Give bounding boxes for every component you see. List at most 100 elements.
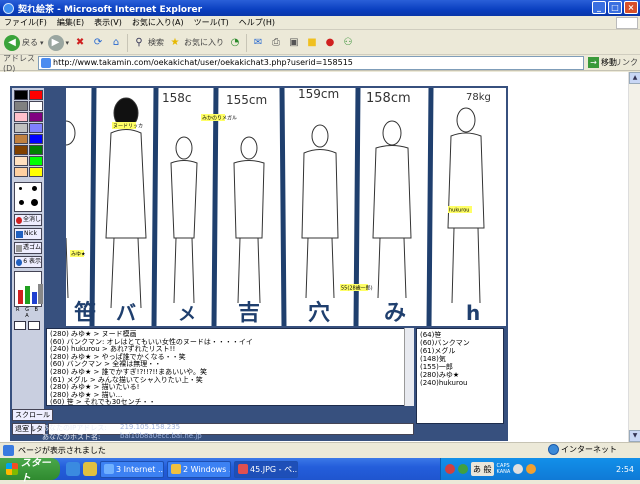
scroll-down-button[interactable]: ▼: [629, 430, 640, 442]
user-list-item[interactable]: (155)一郎: [420, 363, 500, 371]
windows-logo-icon: [616, 17, 638, 29]
mail-icon[interactable]: [14, 321, 26, 330]
stop-icon[interactable]: ✖: [73, 36, 87, 50]
user-list-item[interactable]: (240)hukurou: [420, 379, 500, 387]
scroll-toggle-button[interactable]: スクロール: [12, 409, 53, 421]
clear-all-button[interactable]: 全消し: [14, 214, 42, 226]
go-button[interactable]: → 移動: [588, 57, 617, 68]
pen-size-selector[interactable]: [14, 182, 42, 212]
scroll-up-button[interactable]: ▲: [629, 72, 640, 84]
blue-slider[interactable]: [32, 292, 37, 304]
folder-quicklaunch-icon[interactable]: [83, 462, 97, 476]
color-swatch[interactable]: [29, 167, 43, 177]
mail-icon[interactable]: [28, 321, 40, 330]
color-swatch[interactable]: [29, 101, 43, 111]
color-swatch[interactable]: [29, 134, 43, 144]
menu-file[interactable]: ファイル(F): [4, 17, 47, 28]
history-icon[interactable]: ◔: [228, 36, 242, 50]
nick-icon: [16, 230, 23, 238]
note-icon[interactable]: ■: [305, 36, 319, 50]
svg-text:メ: メ: [178, 304, 196, 325]
task-paint[interactable]: 45.JPG - ペ...: [234, 460, 298, 478]
forward-arrow-icon: ▶: [47, 34, 64, 51]
maximize-button[interactable]: □: [608, 1, 622, 14]
chat-scrollbar[interactable]: [404, 328, 414, 406]
address-input[interactable]: http://www.takamin.com/oekakichat/user/o…: [38, 56, 584, 70]
window-title: 契れ絵茶 - Microsoft Internet Explorer: [18, 4, 203, 15]
mail-icon[interactable]: ✉: [251, 36, 265, 50]
forward-button[interactable]: ▶ ▾: [47, 34, 69, 51]
favorites-button[interactable]: ★ お気に入り: [168, 36, 224, 50]
color-swatch[interactable]: [14, 90, 28, 100]
color-swatch[interactable]: [29, 123, 43, 133]
color-swatch[interactable]: [29, 112, 43, 122]
search-button[interactable]: ⚲ 検索: [132, 36, 164, 50]
red-slider[interactable]: [18, 290, 23, 304]
menu-view[interactable]: 表示(V): [94, 17, 122, 28]
people-icon[interactable]: ⚇: [341, 36, 355, 50]
menu-edit[interactable]: 編集(E): [57, 17, 84, 28]
ime-bar[interactable]: あ 般: [471, 462, 494, 476]
chat-log: (280) みゆ★ > ヌード模画 (60) バンクマン: オレはとてもいい女性の…: [46, 328, 414, 406]
display-button[interactable]: 6 表示: [14, 256, 42, 268]
color-swatch[interactable]: [29, 145, 43, 155]
rgb-sliders[interactable]: [14, 271, 43, 307]
user-list-item[interactable]: (61)メグル: [420, 347, 500, 355]
color-swatch[interactable]: [14, 112, 28, 122]
color-swatch[interactable]: [29, 90, 43, 100]
green-slider[interactable]: [25, 286, 30, 304]
address-url: http://www.takamin.com/oekakichat/user/o…: [53, 58, 353, 67]
print-icon[interactable]: ⎙: [269, 36, 283, 50]
svg-text:みゆ★: みゆ★: [71, 252, 86, 258]
menu-help[interactable]: ヘルプ(H): [239, 17, 275, 28]
transparent-eraser-button[interactable]: 透ゴム: [14, 242, 42, 254]
leave-room-button[interactable]: 退室: [12, 423, 32, 435]
close-button[interactable]: ×: [624, 1, 638, 14]
page-icon: [41, 58, 51, 68]
divider-line: [211, 88, 219, 326]
color-swatch[interactable]: [14, 167, 28, 177]
svg-text:みかのりメガル: みかのりメガル: [202, 115, 237, 122]
user-list-item[interactable]: (280)みゆ★: [420, 371, 500, 379]
page-scrollbar[interactable]: ▲ ▼: [628, 72, 640, 442]
user-list-item[interactable]: (64)笹: [420, 331, 500, 339]
drawing-canvas[interactable]: 笹 バ メ 吉 穴 み h 158c 155cm 159cm 158cm 78k…: [66, 88, 506, 326]
color-swatch[interactable]: [29, 156, 43, 166]
start-button[interactable]: スタート: [0, 458, 60, 484]
clear-icon: [16, 216, 22, 224]
canvas-drawing: 笹 バ メ 吉 穴 み h 158c 155cm 159cm 158cm 78k…: [66, 88, 491, 326]
tray-icon[interactable]: [458, 464, 468, 474]
back-button[interactable]: ◀ 戻る ▾: [4, 34, 44, 51]
color-swatch[interactable]: [14, 156, 28, 166]
messenger-icon[interactable]: ●: [323, 36, 337, 50]
color-swatch[interactable]: [14, 134, 28, 144]
user-list-item[interactable]: (60)バンクマン: [420, 339, 500, 347]
color-swatch[interactable]: [14, 123, 28, 133]
user-list-item[interactable]: (148)気: [420, 355, 500, 363]
help-icon[interactable]: [513, 464, 524, 474]
home-icon[interactable]: ⌂: [109, 36, 123, 50]
tray-icon[interactable]: [445, 464, 455, 474]
ie-quicklaunch-icon[interactable]: [66, 462, 80, 476]
search-label: 検索: [148, 38, 165, 47]
task-explorer[interactable]: 2 Windows ...: [167, 460, 231, 478]
minimize-button[interactable]: _: [592, 1, 606, 14]
divider-line: [426, 88, 434, 326]
menu-favorites[interactable]: お気に入り(A): [132, 17, 184, 28]
task-ie[interactable]: 3 Internet ...: [100, 460, 164, 478]
nick-button[interactable]: Nick: [14, 228, 42, 240]
color-swatch[interactable]: [14, 101, 28, 111]
color-swatch[interactable]: [14, 145, 28, 155]
ie-window: 契れ絵茶 - Microsoft Internet Explorer _ □ ×…: [0, 0, 640, 484]
svg-text:吉: 吉: [238, 300, 260, 326]
links-button[interactable]: リンク: [614, 57, 638, 68]
nick-label: Nick: [24, 230, 37, 237]
tray-icon[interactable]: [526, 464, 537, 474]
clear-all-label: 全消し: [22, 216, 41, 223]
menu-tools[interactable]: ツール(T): [194, 17, 229, 28]
display-label: 6 表示: [23, 258, 41, 265]
task-label: 3 Internet ...: [116, 464, 164, 474]
alpha-slider[interactable]: [38, 284, 43, 304]
edit-icon[interactable]: ▣: [287, 36, 301, 50]
refresh-icon[interactable]: ⟳: [91, 36, 105, 50]
